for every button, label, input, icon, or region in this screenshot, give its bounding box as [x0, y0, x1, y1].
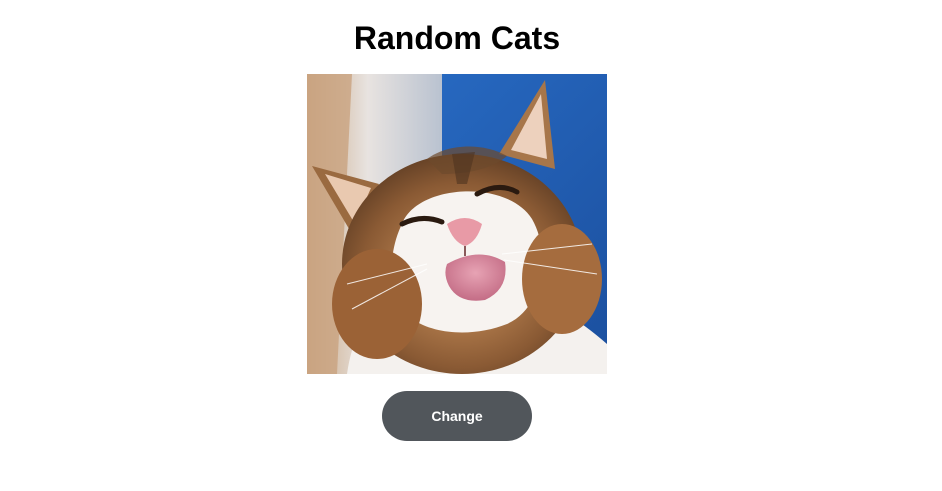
change-button[interactable]: Change: [382, 391, 532, 441]
page-title: Random Cats: [353, 20, 561, 56]
cat-image: [307, 74, 607, 374]
page: Random Cats Change: [0, 0, 942, 491]
